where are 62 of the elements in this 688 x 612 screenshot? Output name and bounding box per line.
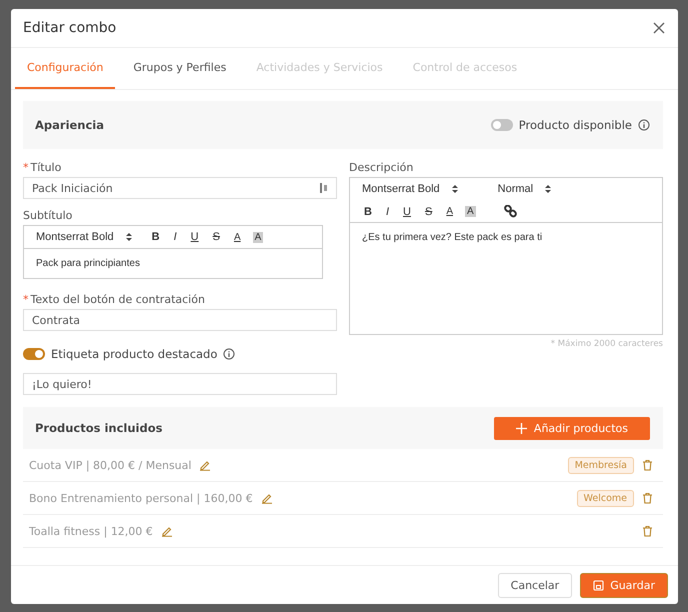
editor-text: Pack para principiantes: [35, 257, 141, 271]
field-value: ¡Lo quiero!: [32, 378, 92, 390]
format-button[interactable]: I: [384, 206, 392, 218]
font-select[interactable]: Montserrat Bold: [36, 231, 114, 243]
format-button[interactable]: U: [401, 206, 413, 218]
input-field[interactable]: Pack Iniciación: [23, 177, 337, 199]
format-button[interactable]: A: [464, 206, 476, 217]
product-tag: Membresía: [568, 456, 634, 474]
field-label: Subtítulo: [23, 209, 72, 222]
format-button[interactable]: S: [422, 206, 434, 218]
dialog-title: Editar combo: [23, 20, 116, 36]
product-tag: Welcome: [576, 490, 634, 506]
product-name: Bono Entrenamiento personal | 160,00 €: [29, 492, 253, 504]
toggle-switch[interactable]: [23, 348, 45, 360]
input-field[interactable]: Contrata: [23, 309, 337, 331]
format-button[interactable]: U: [188, 231, 201, 243]
info-icon: [638, 119, 650, 131]
character-limit-hint: * Máximo 2000 caracteres: [550, 339, 663, 349]
pencil-icon[interactable]: [260, 492, 273, 504]
pencil-icon[interactable]: [160, 525, 173, 537]
link-icon[interactable]: [504, 205, 517, 218]
toggle-label: Etiqueta producto destacado: [51, 347, 218, 361]
cancel-button[interactable]: Cancelar: [498, 572, 572, 598]
field-label: Título: [30, 161, 62, 174]
toggle-switch[interactable]: [490, 119, 513, 131]
field-label: Texto del botón de contratación: [30, 293, 205, 306]
format-button[interactable]: A: [444, 206, 455, 217]
format-button[interactable]: B: [362, 206, 374, 218]
format-button[interactable]: A: [252, 232, 264, 242]
pencil-icon[interactable]: [199, 459, 212, 471]
section-title: Productos incluidos: [35, 421, 162, 435]
updown-icon[interactable]: [452, 184, 458, 194]
input-field[interactable]: ¡Lo quiero!: [23, 373, 337, 395]
product-name: Toalla fitness | 12,00 €: [29, 524, 153, 538]
required-mark: *: [23, 293, 28, 306]
trash-icon[interactable]: [642, 459, 653, 471]
field-value: Contrata: [32, 314, 80, 326]
tab[interactable]: Grupos y Perfiles: [121, 48, 238, 89]
format-button[interactable]: B: [150, 231, 162, 243]
save-icon: [593, 580, 604, 590]
format-button[interactable]: I: [172, 231, 179, 243]
toggle-label: Producto disponible: [518, 118, 632, 132]
plus-icon: [516, 422, 527, 434]
updown-icon[interactable]: [126, 232, 132, 242]
rich-text-editor[interactable]: Montserrat Bold Normal B I U S A A ¿Es tu primera vez? Este pack es para ti: [349, 177, 663, 335]
size-select[interactable]: Normal: [498, 183, 534, 195]
close-icon[interactable]: [653, 22, 665, 34]
required-mark: *: [23, 161, 28, 174]
info-icon: [223, 348, 236, 360]
font-select[interactable]: Montserrat Bold: [362, 183, 440, 195]
format-button[interactable]: A: [232, 232, 243, 242]
field-extension-icon: [320, 182, 328, 194]
product-name: Cuota VIP | 80,00 € / Mensual: [29, 458, 192, 472]
rich-text-editor[interactable]: Montserrat Bold B I U S A A Pack para principiantes: [23, 225, 323, 279]
format-button[interactable]: S: [210, 231, 222, 243]
section-title: Apariencia: [35, 118, 104, 132]
updown-icon[interactable]: [545, 184, 552, 194]
field-value: Pack Iniciación: [32, 182, 113, 194]
field-label: Descripción: [349, 161, 414, 174]
editor-text: ¿Es tu primera vez? Este pack es para ti: [361, 231, 544, 245]
trash-icon[interactable]: [642, 525, 653, 537]
trash-icon[interactable]: [642, 492, 653, 504]
